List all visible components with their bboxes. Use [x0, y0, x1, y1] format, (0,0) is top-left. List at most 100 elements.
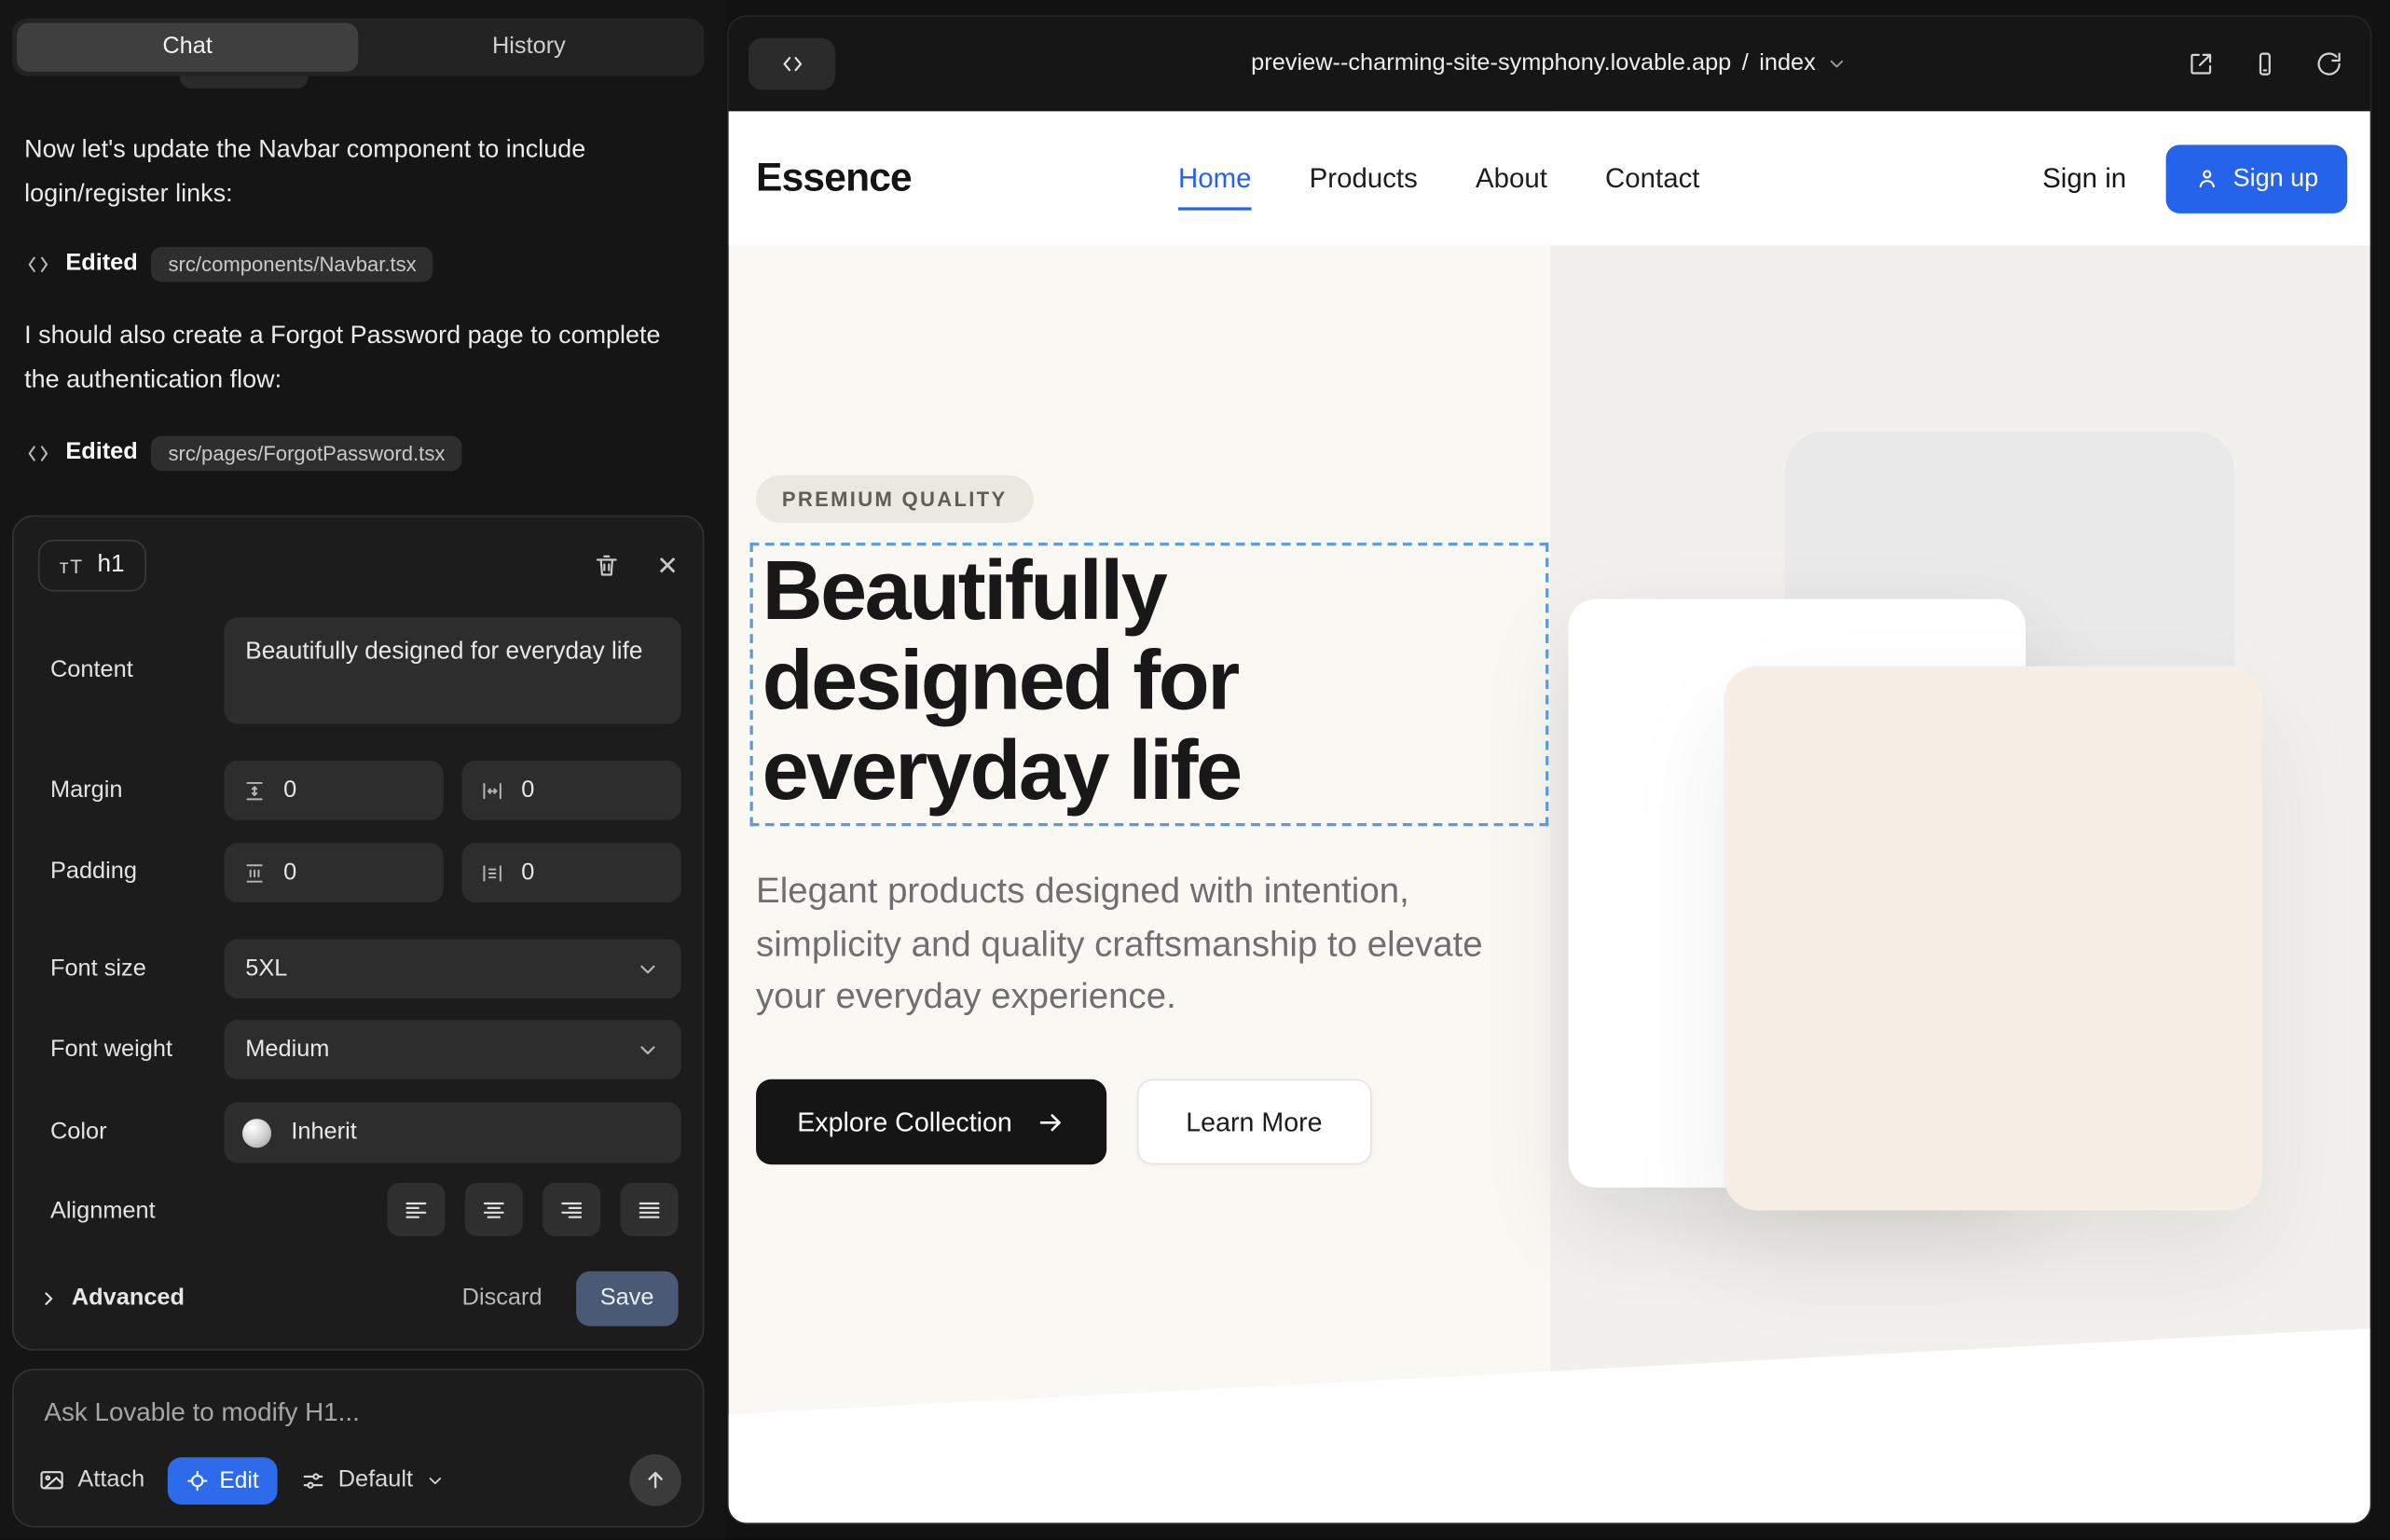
element-editor-panel: тT h1 ✕ Content Beautifully designed for… [12, 516, 704, 1351]
composer-input[interactable] [44, 1397, 672, 1428]
margin-label: Margin [50, 777, 122, 804]
element-tag[interactable]: тT h1 [38, 540, 146, 592]
refresh-icon [2315, 50, 2342, 77]
file-badge[interactable]: src/components/Navbar.tsx [151, 246, 433, 282]
code-icon [24, 441, 51, 464]
align-left-button[interactable] [387, 1183, 445, 1236]
hero-heading[interactable]: Beautifully designed for everyday life [762, 545, 1533, 815]
arrow-right-icon [1037, 1107, 1065, 1136]
chevron-down-icon [425, 1470, 445, 1490]
align-center-button[interactable] [465, 1183, 523, 1236]
chat-panel: Chat History Now let's update the Navbar… [0, 0, 725, 1540]
user-icon [2195, 166, 2219, 190]
send-button[interactable] [629, 1454, 681, 1506]
explore-collection-button[interactable]: Explore Collection [756, 1079, 1106, 1165]
nav-link-products[interactable]: Products [1310, 162, 1418, 194]
arrow-up-icon [643, 1468, 667, 1492]
refresh-button[interactable] [2315, 50, 2342, 77]
default-mode-button[interactable]: Default [300, 1466, 446, 1493]
chat-composer: Attach Edit Default [12, 1368, 704, 1527]
external-link-icon [2188, 50, 2215, 77]
chevron-right-icon [38, 1288, 60, 1310]
font-weight-label: Font weight [50, 1037, 172, 1064]
delete-element-button[interactable] [593, 552, 620, 579]
typography-icon: тT [60, 554, 84, 577]
editor-footer: Advanced Discard Save [38, 1270, 679, 1327]
margin-vertical-value: 0 [283, 777, 296, 804]
padding-vertical-input[interactable]: 0 [224, 843, 443, 902]
nav-auth: Sign in Sign up [2042, 111, 2347, 245]
default-label: Default [338, 1466, 413, 1493]
edited-label: Edited [65, 250, 137, 277]
color-select[interactable]: Inherit [224, 1102, 681, 1162]
edited-label: Edited [65, 439, 137, 466]
nav-link-home[interactable]: Home [1178, 162, 1252, 194]
hero-cta-row: Explore Collection Learn More [756, 1079, 1371, 1165]
horizontal-padding-icon [480, 860, 504, 885]
color-value: Inherit [291, 1119, 356, 1146]
vertical-spacing-icon [242, 778, 267, 803]
open-in-new-tab-button[interactable] [2188, 50, 2215, 77]
decorative-card-cream [1724, 667, 2261, 1211]
composer-toolbar: Attach Edit Default [38, 1454, 681, 1506]
chevron-down-icon[interactable] [1826, 53, 1847, 75]
tab-history[interactable]: History [358, 23, 699, 72]
color-label: Color [50, 1119, 107, 1146]
editor-header: тT h1 ✕ [38, 535, 679, 596]
align-justify-button[interactable] [621, 1183, 679, 1236]
sign-up-label: Sign up [2233, 164, 2319, 193]
url-bar[interactable]: preview--charming-site-symphony.lovable.… [729, 17, 2370, 111]
content-label: Content [50, 657, 133, 684]
attach-button[interactable]: Attach [38, 1466, 144, 1493]
nav-link-about[interactable]: About [1476, 162, 1547, 194]
close-icon: ✕ [656, 553, 678, 579]
font-weight-select[interactable]: Medium [224, 1020, 681, 1079]
advanced-toggle[interactable]: Advanced [38, 1285, 185, 1312]
chat-history-tabs: Chat History [12, 19, 704, 76]
url-path: index [1759, 50, 1816, 77]
edited-file-row: Edited src/components/Navbar.tsx [24, 244, 433, 284]
font-size-value: 5XL [245, 955, 287, 982]
discard-button[interactable]: Discard [462, 1285, 543, 1312]
site-nav: Home Products About Contact [1178, 111, 1699, 245]
chat-message: Now let's update the Navbar component to… [24, 128, 682, 216]
code-icon [24, 253, 51, 276]
editor-header-actions: ✕ [593, 552, 679, 579]
sign-up-button[interactable]: Sign up [2166, 144, 2348, 213]
padding-horizontal-value: 0 [521, 859, 534, 886]
vertical-padding-icon [242, 860, 267, 885]
hero-badge: PREMIUM QUALITY [756, 475, 1033, 523]
save-button[interactable]: Save [576, 1272, 679, 1327]
align-right-icon [557, 1196, 584, 1223]
edit-label: Edit [219, 1467, 258, 1493]
h1-selection-outline[interactable]: Beautifully designed for everyday life [750, 543, 1549, 826]
site-logo[interactable]: Essence [756, 154, 912, 201]
padding-horizontal-input[interactable]: 0 [461, 843, 680, 902]
element-tag-label: h1 [97, 552, 124, 579]
font-weight-value: Medium [245, 1036, 329, 1063]
font-size-select[interactable]: 5XL [224, 939, 681, 998]
margin-horizontal-value: 0 [521, 777, 534, 804]
topbar-actions [2188, 17, 2343, 111]
preview-topbar: preview--charming-site-symphony.lovable.… [729, 17, 2370, 111]
sign-in-button[interactable]: Sign in [2042, 162, 2126, 194]
margin-horizontal-input[interactable]: 0 [461, 761, 680, 820]
margin-vertical-input[interactable]: 0 [224, 761, 443, 820]
edited-file-row: Edited src/pages/ForgotPassword.tsx [24, 433, 461, 473]
target-icon [185, 1469, 209, 1492]
close-editor-button[interactable]: ✕ [656, 553, 678, 579]
align-justify-icon [636, 1196, 663, 1223]
nav-link-contact[interactable]: Contact [1605, 162, 1699, 194]
color-swatch [242, 1118, 271, 1147]
file-badge[interactable]: src/pages/ForgotPassword.tsx [151, 435, 461, 471]
edit-mode-button[interactable]: Edit [168, 1456, 278, 1504]
mobile-view-button[interactable] [2251, 50, 2278, 77]
horizontal-spacing-icon [480, 778, 504, 803]
tab-chat[interactable]: Chat [17, 23, 358, 72]
learn-more-button[interactable]: Learn More [1137, 1079, 1371, 1165]
content-field[interactable]: Beautifully designed for everyday life [224, 617, 681, 723]
hero-paragraph: Elegant products designed with intention… [756, 864, 1500, 1022]
preview-url: preview--charming-site-symphony.lovable.… [1251, 50, 1731, 77]
align-right-button[interactable] [543, 1183, 600, 1236]
chat-message: I should also create a Forgot Password p… [24, 314, 682, 403]
